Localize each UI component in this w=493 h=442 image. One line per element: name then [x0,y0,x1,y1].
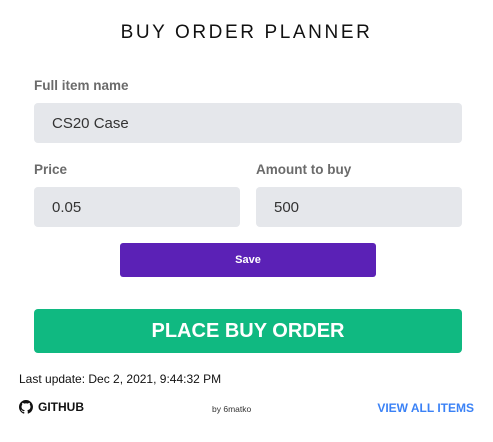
save-button[interactable]: Save [120,243,376,277]
page-title: BUY ORDER PLANNER [120,22,373,43]
price-input[interactable] [34,187,240,227]
github-label: GITHUB [38,400,84,414]
amount-input[interactable] [256,187,462,227]
price-label: Price [34,162,68,177]
buy-order-planner-page: BUY ORDER PLANNER Full item name Price A… [0,0,493,442]
item-name-input[interactable] [34,103,462,143]
github-icon [19,400,33,414]
github-link[interactable]: GITHUB [19,400,84,414]
place-buy-order-button[interactable]: PLACE BUY ORDER [34,309,462,353]
author-byline: by 6matko [212,404,252,414]
last-update-text: Last update: Dec 2, 2021, 9:44:32 PM [19,372,222,386]
item-name-label: Full item name [34,78,129,93]
amount-label: Amount to buy [256,162,352,177]
view-all-items-link[interactable]: VIEW ALL ITEMS [377,401,474,415]
